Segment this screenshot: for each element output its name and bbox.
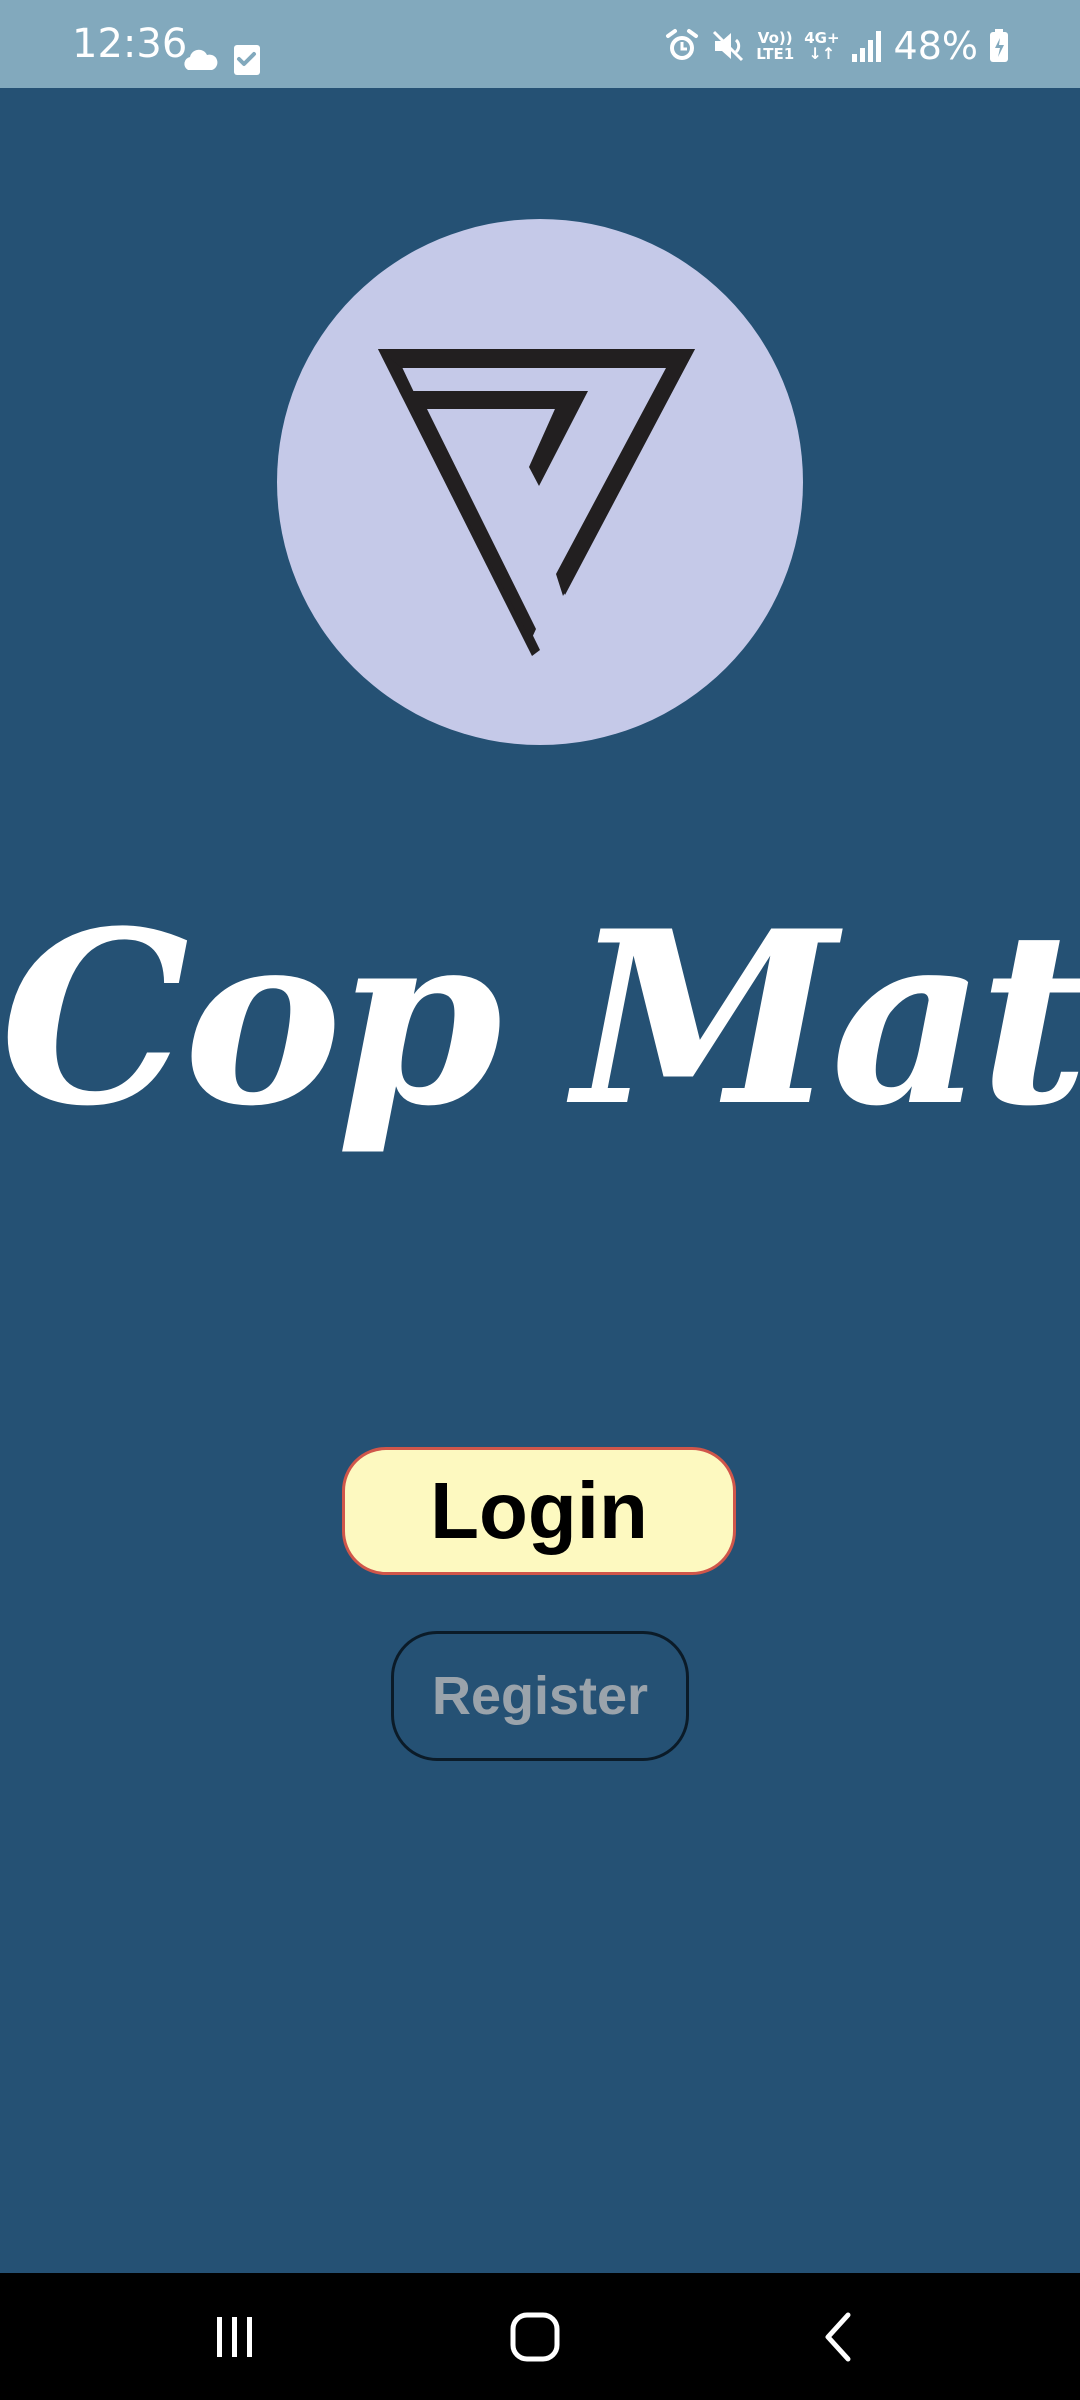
status-left-icons bbox=[182, 40, 262, 80]
login-button[interactable]: Login bbox=[342, 1447, 736, 1575]
back-button[interactable] bbox=[758, 2273, 918, 2400]
home-button[interactable] bbox=[455, 2273, 615, 2400]
status-right-icons: Vo)) LTE1 4G+ ↓↑ 48% bbox=[664, 18, 1010, 74]
recent-apps-icon bbox=[217, 2316, 252, 2357]
signal-icon bbox=[851, 31, 881, 62]
battery-charging-icon bbox=[990, 29, 1008, 62]
data-type: 4G+ ↓↑ bbox=[804, 30, 839, 62]
home-icon bbox=[510, 2312, 560, 2361]
register-button[interactable]: Register bbox=[391, 1631, 689, 1761]
network-type: Vo)) LTE1 bbox=[756, 30, 794, 62]
app-logo bbox=[277, 219, 803, 745]
battery-percent: 48% bbox=[893, 24, 978, 68]
network-volte: Vo)) bbox=[757, 29, 793, 47]
app-title: Cop Mate bbox=[0, 880, 1080, 1159]
mute-icon bbox=[713, 30, 744, 62]
navigation-bar bbox=[0, 2273, 1080, 2400]
checkbox-icon bbox=[234, 45, 260, 75]
recent-apps-button[interactable] bbox=[155, 2273, 315, 2400]
app-screen: 12:36 Vo)) LTE1 4G+ ↓↑ 48% Cop Mat Login… bbox=[0, 0, 1080, 2400]
cloud-icon bbox=[184, 49, 218, 70]
triangle-logo-icon bbox=[378, 349, 695, 656]
back-icon bbox=[825, 2312, 851, 2361]
data-arrows-icon: ↓↑ bbox=[808, 44, 836, 63]
status-time: 12:36 bbox=[72, 21, 188, 67]
network-lte: LTE1 bbox=[756, 45, 795, 63]
status-bar: 12:36 Vo)) LTE1 4G+ ↓↑ 48% bbox=[0, 0, 1080, 88]
alarm-icon bbox=[666, 29, 699, 60]
